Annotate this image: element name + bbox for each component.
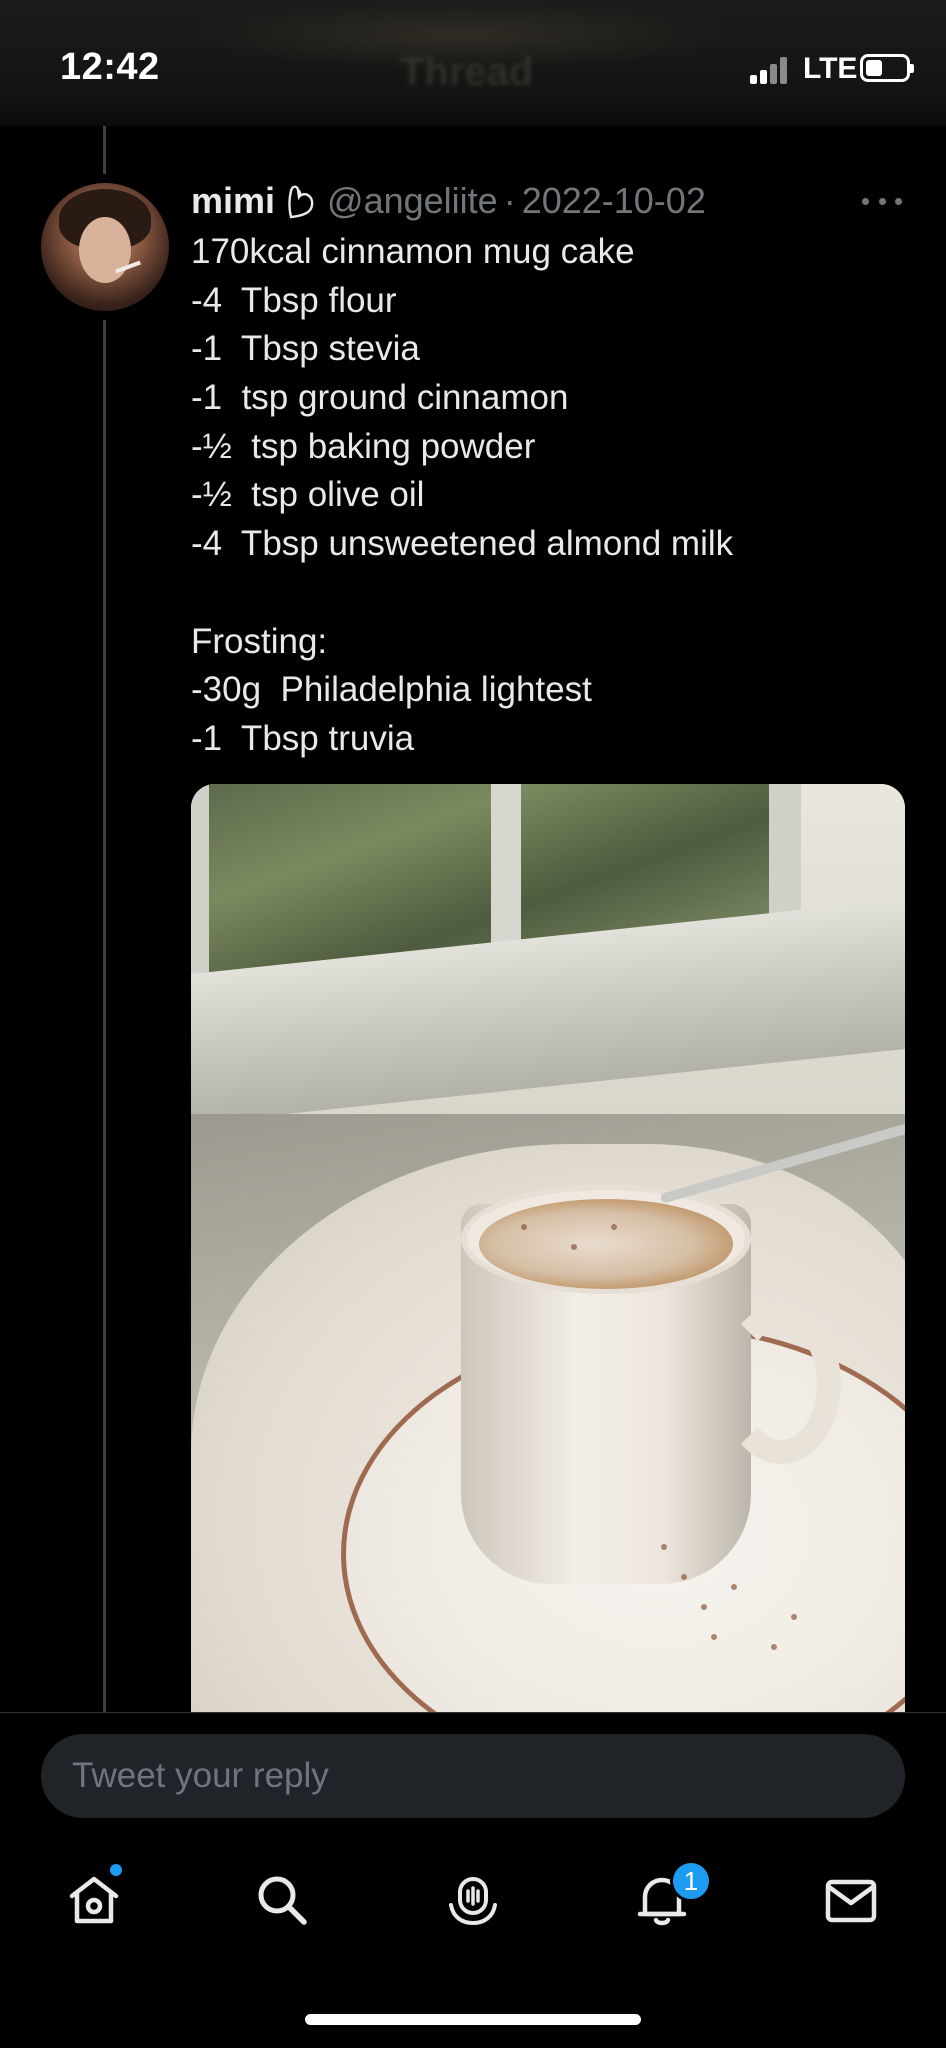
tweet-line: -30g Philadelphia lightest (191, 670, 592, 710)
ellipsis-icon[interactable] (862, 194, 902, 208)
tweet-line: -½ tsp olive oil (191, 475, 425, 515)
header-title-faded: Thread (400, 50, 534, 94)
flexed-biceps-icon (285, 181, 317, 221)
tweet-header: mimi @angeliite · 2022-10-02 (191, 178, 706, 224)
search-icon[interactable] (252, 1870, 312, 1930)
tweet-line: -4 Tbsp flour (191, 280, 397, 320)
tweet-line: -1 Tbsp stevia (191, 329, 420, 369)
home-unread-dot (108, 1862, 124, 1878)
tweet-line: -1 tsp ground cinnamon (191, 378, 569, 418)
reply-input[interactable]: Tweet your reply (41, 1734, 905, 1818)
tweet-photo[interactable] (191, 784, 905, 1712)
notifications-badge: 1 (670, 1860, 712, 1902)
battery-icon (860, 54, 914, 82)
thread-connector (103, 320, 106, 1712)
status-time: 12:42 (60, 46, 160, 88)
mail-icon[interactable] (821, 1870, 881, 1930)
tweet-line: -1 Tbsp truvia (191, 718, 415, 758)
signal-icon (750, 56, 794, 84)
tweet-line: -4 Tbsp unsweetened almond milk (191, 524, 734, 564)
network-label: LTE (803, 52, 858, 85)
author-name[interactable]: mimi (191, 180, 275, 222)
avatar[interactable] (41, 183, 169, 311)
spaces-icon[interactable] (443, 1870, 503, 1930)
tweet-line: -½ tsp baking powder (191, 426, 536, 466)
author-handle[interactable]: @angeliite (327, 180, 498, 222)
home-icon[interactable] (64, 1870, 124, 1930)
home-indicator[interactable] (305, 2014, 641, 2025)
meta-separator: · (503, 180, 516, 221)
tweet-date[interactable]: 2022-10-02 (522, 180, 706, 222)
thread-connector-top (103, 126, 106, 174)
thread-screen: Thread 12:42 LTE mimi @angeliite · 2022-… (0, 0, 946, 2048)
tweet-line: Frosting: (191, 621, 328, 661)
status-bar: Thread 12:42 LTE (0, 0, 946, 126)
tweet-text: 170kcal cinnamon mug cake -4 Tbsp flour … (191, 228, 911, 764)
tweet-line: 170kcal cinnamon mug cake (191, 232, 635, 271)
